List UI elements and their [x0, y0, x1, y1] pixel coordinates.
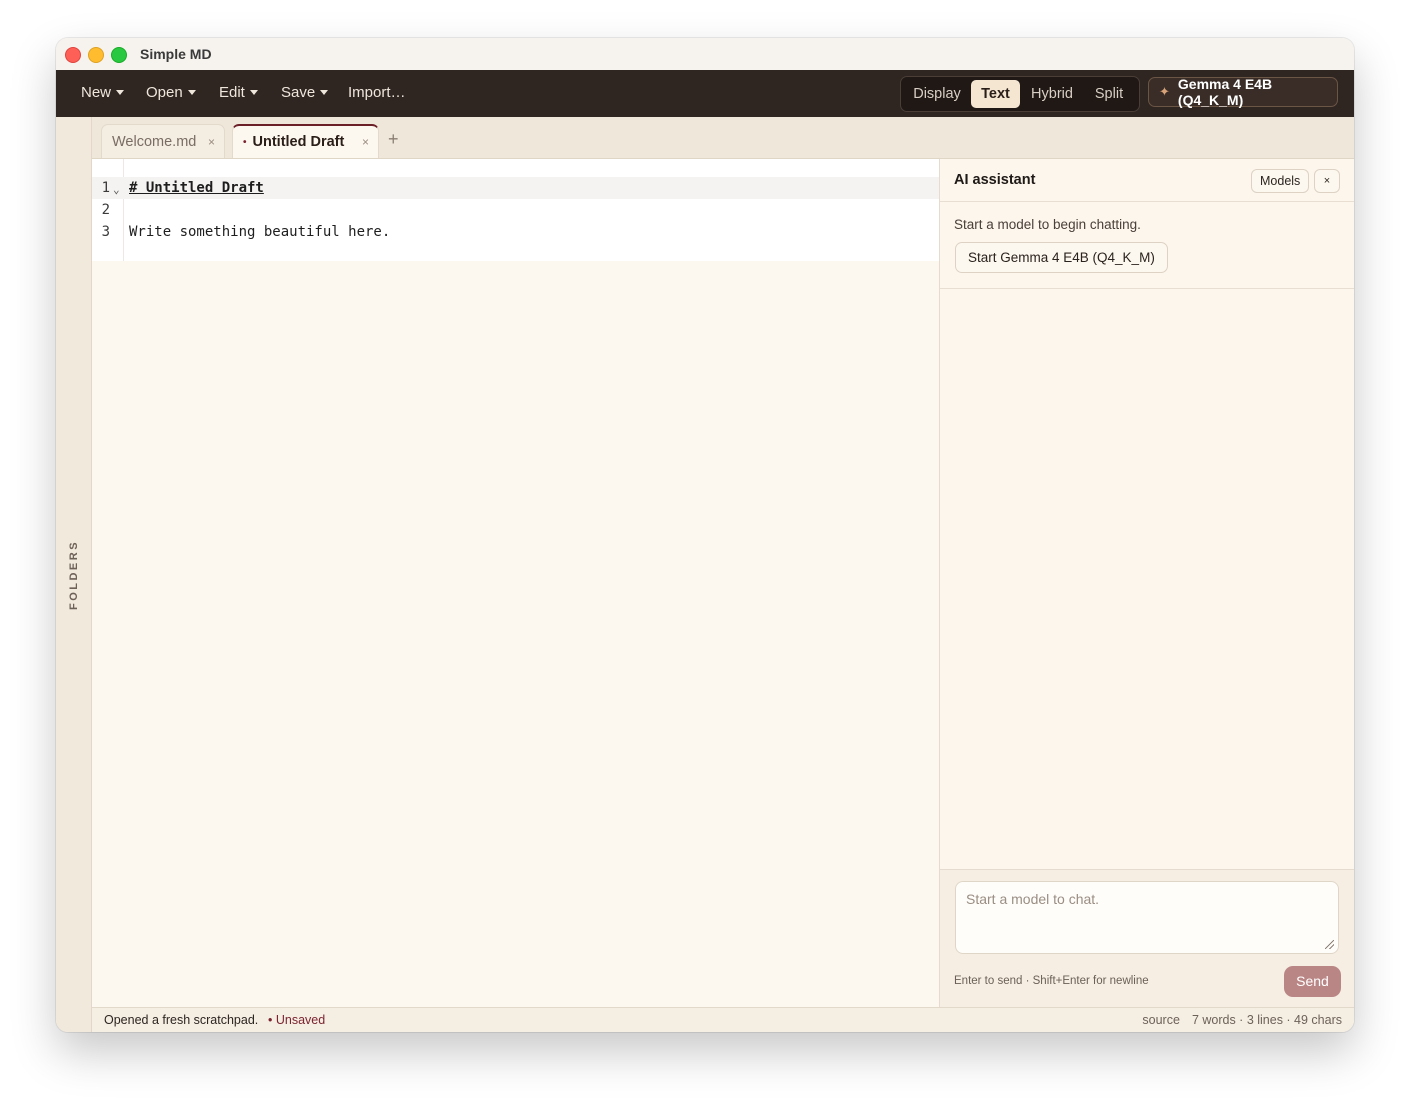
send-button[interactable]: Send: [1284, 966, 1341, 997]
new-menu[interactable]: New: [81, 84, 125, 101]
tab-welcome[interactable]: Welcome.md ×: [101, 124, 225, 158]
ai-hint-text: Start a model to begin chatting.: [954, 217, 1141, 232]
zoom-window-button[interactable]: [111, 47, 127, 63]
resize-handle-icon[interactable]: [1325, 940, 1334, 949]
view-mode-switcher: Display Text Hybrid Split: [900, 76, 1140, 112]
status-right: source 7 words · 3 lines · 49 chars: [1142, 1013, 1342, 1027]
view-mode-text[interactable]: Text: [971, 80, 1020, 108]
close-window-button[interactable]: [65, 47, 81, 63]
close-ai-panel-button[interactable]: ×: [1314, 169, 1340, 193]
status-bar: Opened a fresh scratchpad. • Unsaved sou…: [92, 1007, 1354, 1032]
start-model-button[interactable]: Start Gemma 4 E4B (Q4_K_M): [955, 242, 1168, 273]
editor-line[interactable]: 3 Write something beautiful here.: [92, 221, 939, 243]
add-tab-icon[interactable]: +: [388, 129, 399, 150]
main-toolbar: New Open Edit Save Import… Display Text …: [56, 70, 1354, 117]
folders-sidebar[interactable]: FOLDERS: [56, 117, 92, 1032]
app-window: Simple MD New Open Edit Save Import… Dis…: [56, 38, 1354, 1032]
edit-menu-label: Edit: [219, 84, 245, 101]
save-menu-label: Save: [281, 84, 316, 101]
title-bar: Simple MD: [56, 38, 1354, 71]
chevron-down-icon: [116, 90, 125, 95]
save-menu[interactable]: Save: [281, 84, 329, 101]
folders-label: FOLDERS: [68, 539, 80, 611]
import-button[interactable]: Import…: [348, 84, 406, 101]
chevron-down-icon: [249, 90, 258, 95]
tab-untitled-draft[interactable]: • Untitled Draft ×: [232, 124, 379, 158]
model-selector-button[interactable]: ✦ Gemma 4 E4B (Q4_K_M): [1148, 76, 1338, 108]
ai-panel-title: AI assistant: [954, 172, 1036, 188]
unsaved-indicator: • Unsaved: [268, 1013, 326, 1027]
fold-chevron-icon[interactable]: ⌄: [113, 179, 120, 201]
chevron-down-icon: [187, 90, 196, 95]
tab-bar: Welcome.md × • Untitled Draft × +: [92, 117, 1354, 159]
tab-label: Welcome.md: [112, 133, 197, 150]
view-mode-display[interactable]: Display: [906, 80, 968, 108]
code-area[interactable]: 1 ⌄ # Untitled Draft 2 3 Write something…: [92, 159, 939, 261]
ai-compose-area: Start a model to chat. Enter to send · S…: [940, 869, 1354, 1008]
model-selector-label: Gemma 4 E4B (Q4_K_M): [1177, 76, 1273, 108]
line-number: 1: [101, 180, 110, 196]
chat-input-placeholder: Start a model to chat.: [966, 891, 1100, 907]
editor-line[interactable]: 1 ⌄ # Untitled Draft: [92, 177, 939, 199]
close-tab-icon[interactable]: ×: [362, 135, 369, 149]
models-button[interactable]: Models: [1251, 169, 1310, 193]
chat-input[interactable]: Start a model to chat.: [955, 881, 1339, 954]
markdown-editor[interactable]: 1 ⌄ # Untitled Draft 2 3 Write something…: [92, 159, 939, 1007]
tab-label: Untitled Draft: [252, 134, 345, 150]
view-mode-split[interactable]: Split: [1084, 80, 1134, 108]
editor-line[interactable]: 2: [92, 199, 939, 221]
ai-assistant-panel: AI assistant Models × Start a model to b…: [939, 159, 1354, 1008]
open-menu[interactable]: Open: [146, 84, 196, 101]
editor-mode-label: source: [1142, 1013, 1180, 1027]
line-number: 3: [101, 224, 110, 240]
ai-panel-body: Start a model to begin chatting. Start G…: [940, 202, 1354, 289]
sparkle-icon: ✦: [1159, 84, 1170, 99]
unsaved-dot-icon: •: [243, 136, 247, 148]
view-mode-hybrid[interactable]: Hybrid: [1023, 80, 1081, 108]
edit-menu[interactable]: Edit: [219, 84, 258, 101]
document-stats: 7 words · 3 lines · 49 chars: [1191, 1013, 1342, 1027]
status-message: Opened a fresh scratchpad.: [104, 1013, 259, 1027]
ai-panel-header: AI assistant Models ×: [940, 159, 1354, 202]
window-title: Simple MD: [140, 46, 212, 62]
line-number: 2: [101, 202, 110, 218]
close-tab-icon[interactable]: ×: [208, 135, 215, 149]
open-menu-label: Open: [146, 84, 183, 101]
new-menu-label: New: [81, 84, 112, 101]
line-text: # Untitled Draft: [129, 180, 264, 196]
send-shortcut-hint: Enter to send · Shift+Enter for newline: [954, 975, 1149, 987]
line-text: Write something beautiful here.: [129, 224, 391, 240]
minimize-window-button[interactable]: [88, 47, 104, 63]
chevron-down-icon: [320, 90, 329, 95]
